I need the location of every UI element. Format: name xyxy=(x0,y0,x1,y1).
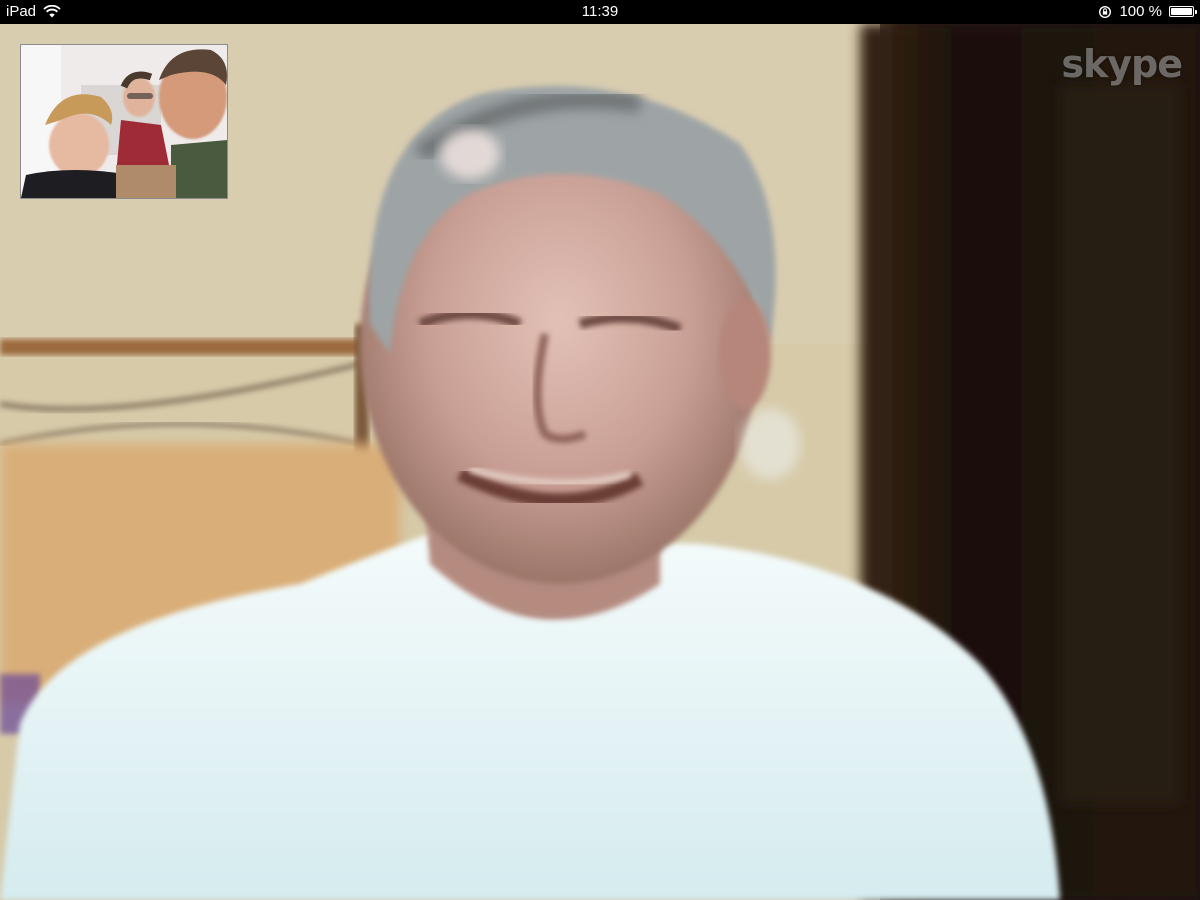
clock: 11:39 xyxy=(581,3,619,20)
lock-rotation-icon xyxy=(1098,5,1112,19)
status-bar: iPad 11:39 100 % xyxy=(0,0,1200,24)
skype-logo: skype xyxy=(1061,42,1183,86)
self-camera-preview[interactable] xyxy=(20,44,228,199)
video-call-screen: iPad 11:39 100 % skype xyxy=(0,0,1200,900)
status-right: 100 % xyxy=(1098,3,1197,20)
battery-percent: 100 % xyxy=(1119,3,1162,20)
battery-level xyxy=(1171,8,1192,15)
battery-icon xyxy=(1169,6,1197,17)
